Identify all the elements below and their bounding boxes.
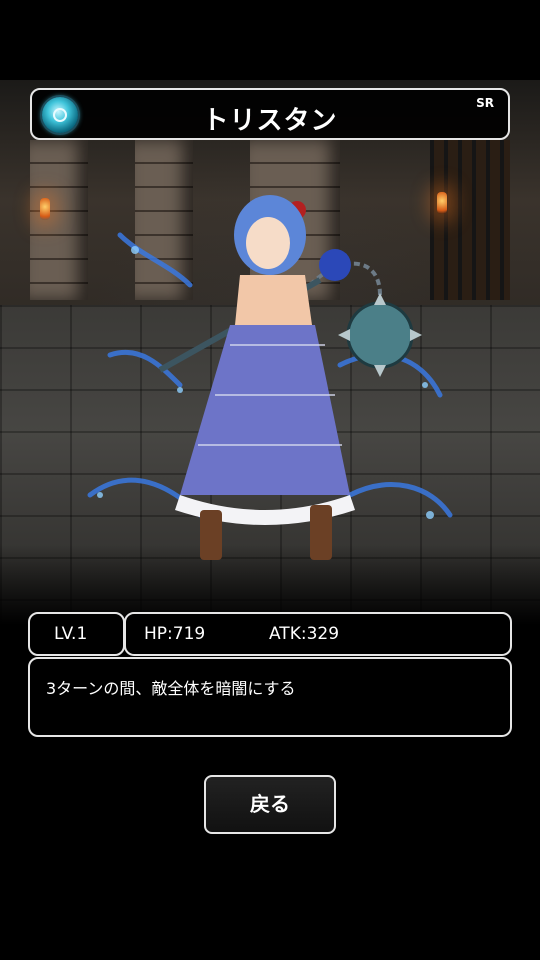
atk-value: ATK:329 xyxy=(269,624,340,644)
title-bar: トリスタン SR xyxy=(30,88,510,140)
level-value: LV.1 xyxy=(54,624,88,644)
level-box: LV.1 xyxy=(28,612,125,656)
rarity-badge: SR xyxy=(476,96,494,110)
character-illustration xyxy=(87,195,453,560)
torch-icon xyxy=(40,198,50,220)
character-name: トリスタン xyxy=(202,106,338,136)
stats-box: HP:719 ATK:329 xyxy=(124,612,512,656)
skill-description: 3ターンの間、敵全体を暗闇にする xyxy=(46,679,296,698)
hp-value: HP:719 xyxy=(144,624,206,644)
back-button[interactable]: 戻る xyxy=(204,775,336,834)
skill-description-box: 3ターンの間、敵全体を暗闇にする xyxy=(28,657,512,737)
